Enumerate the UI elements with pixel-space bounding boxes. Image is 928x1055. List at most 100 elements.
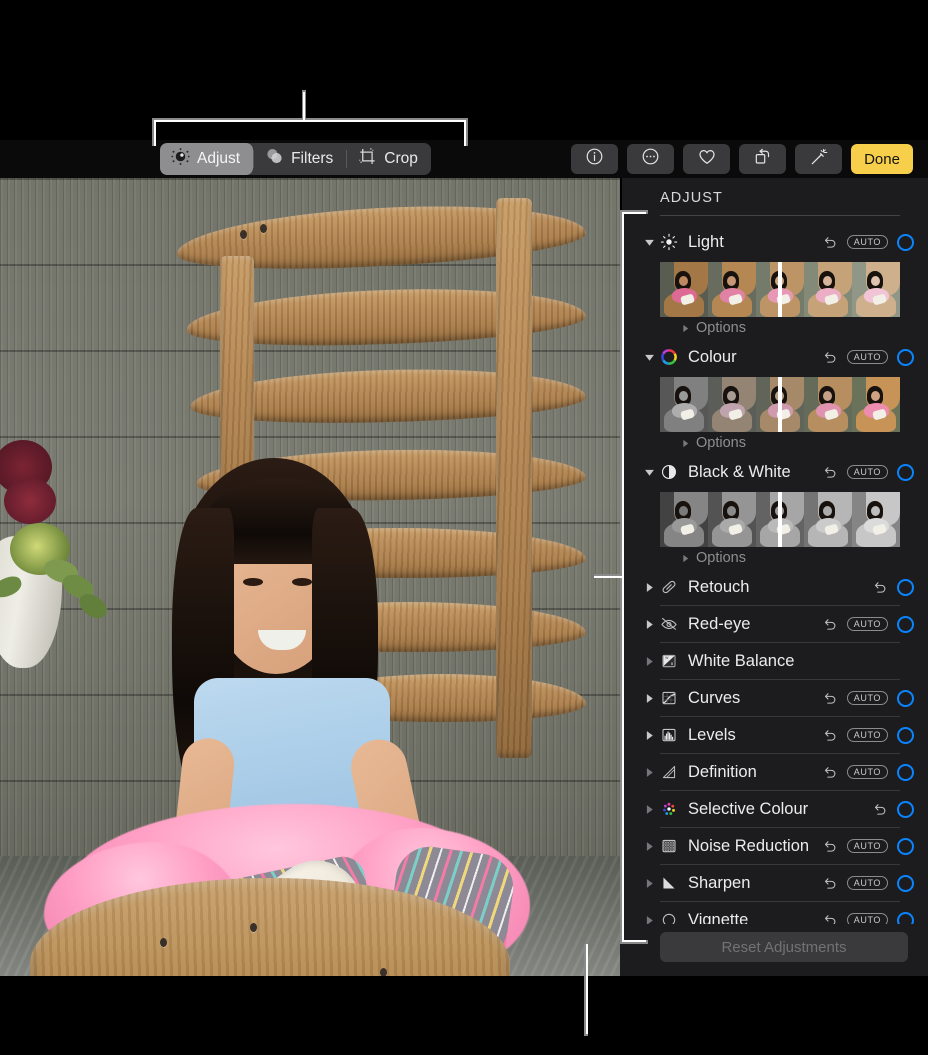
thumbnail[interactable] — [660, 492, 708, 547]
disclosure-triangle-light[interactable] — [642, 237, 656, 248]
reset-colour-button[interactable] — [823, 350, 838, 365]
disclosure-triangle-definition[interactable] — [642, 767, 656, 778]
adjustment-row-retouch[interactable]: Retouch — [620, 569, 928, 605]
disclosure-triangle-colour[interactable] — [642, 352, 656, 363]
disclosure-triangle-retouch[interactable] — [642, 582, 656, 593]
filmstrip-playhead-black-white[interactable] — [778, 492, 782, 547]
options-row-light[interactable]: Options — [620, 317, 928, 339]
auto-colour-button[interactable]: AUTO — [847, 350, 888, 364]
adjustment-row-vignette[interactable]: Vignette AUTO — [620, 902, 928, 924]
thumbnail[interactable] — [708, 492, 756, 547]
auto-sharpen-button[interactable]: AUTO — [847, 876, 888, 890]
thumbnail[interactable] — [660, 262, 708, 317]
auto-noise-reduction-button[interactable]: AUTO — [847, 839, 888, 853]
crop-icon — [358, 147, 377, 171]
thumbnail[interactable] — [708, 262, 756, 317]
reset-noise-reduction-button[interactable] — [823, 839, 838, 854]
filmstrip-playhead-colour[interactable] — [778, 377, 782, 432]
disclosure-triangle-levels[interactable] — [642, 730, 656, 741]
disclosure-triangle-white-balance[interactable] — [642, 656, 656, 667]
auto-curves-button[interactable]: AUTO — [847, 691, 888, 705]
auto-definition-button[interactable]: AUTO — [847, 765, 888, 779]
reset-retouch-button[interactable] — [873, 580, 888, 595]
reset-definition-button[interactable] — [823, 765, 838, 780]
disclosure-triangle-options-colour[interactable] — [678, 439, 692, 448]
reset-levels-button[interactable] — [823, 728, 838, 743]
filmstrip-colour[interactable] — [660, 377, 900, 432]
auto-red-eye-button[interactable]: AUTO — [847, 617, 888, 631]
filmstrip-playhead-light[interactable] — [778, 262, 782, 317]
thumbnail[interactable] — [660, 377, 708, 432]
reset-light-button[interactable] — [823, 235, 838, 250]
thumbnail[interactable] — [804, 492, 852, 547]
thumbnail[interactable] — [804, 262, 852, 317]
reset-red-eye-button[interactable] — [823, 617, 838, 632]
enhance-button[interactable] — [795, 144, 842, 174]
editor-mode-segmented-control[interactable]: Adjust Filters — [160, 143, 431, 175]
tab-crop[interactable]: Crop — [347, 143, 431, 175]
disclosure-triangle-curves[interactable] — [642, 693, 656, 704]
disclosure-triangle-noise-reduction[interactable] — [642, 841, 656, 852]
adjustment-row-sharpen[interactable]: Sharpen AUTO — [620, 865, 928, 901]
disclosure-triangle-vignette[interactable] — [642, 915, 656, 925]
info-button[interactable] — [571, 144, 618, 174]
tab-adjust[interactable]: Adjust — [160, 143, 253, 175]
adjustment-row-selective-colour[interactable]: Selective Colour — [620, 791, 928, 827]
options-row-colour[interactable]: Options — [620, 432, 928, 454]
toggle-vignette[interactable] — [897, 912, 914, 925]
filmstrip-light[interactable] — [660, 262, 900, 317]
rotate-button[interactable] — [739, 144, 786, 174]
filmstrip-black-white[interactable] — [660, 492, 900, 547]
thumbnail[interactable] — [852, 262, 900, 317]
reset-adjustments-button[interactable]: Reset Adjustments — [660, 932, 908, 962]
favorite-button[interactable] — [683, 144, 730, 174]
more-button[interactable] — [627, 144, 674, 174]
adjustment-row-red-eye[interactable]: Red-eye AUTO — [620, 606, 928, 642]
disclosure-triangle-black-white[interactable] — [642, 467, 656, 478]
photo-canvas[interactable] — [0, 178, 620, 976]
toggle-light[interactable] — [897, 234, 914, 251]
toggle-selective-colour[interactable] — [897, 801, 914, 818]
tab-filters[interactable]: Filters — [254, 143, 346, 175]
adjustment-row-light[interactable]: Light AUTO — [620, 224, 928, 260]
toggle-curves[interactable] — [897, 690, 914, 707]
toggle-colour[interactable] — [897, 349, 914, 366]
thumbnail[interactable] — [852, 377, 900, 432]
toggle-definition[interactable] — [897, 764, 914, 781]
levels-icon — [658, 726, 680, 744]
toggle-levels[interactable] — [897, 727, 914, 744]
toggle-red-eye[interactable] — [897, 616, 914, 633]
adjustment-row-black-white[interactable]: Black & White AUTO — [620, 454, 928, 490]
toggle-sharpen[interactable] — [897, 875, 914, 892]
adjustment-row-noise-reduction[interactable]: Noise Reduction AUTO — [620, 828, 928, 864]
reset-sharpen-button[interactable] — [823, 876, 838, 891]
reset-vignette-button[interactable] — [823, 913, 838, 925]
thumbnail[interactable] — [708, 377, 756, 432]
toggle-retouch[interactable] — [897, 579, 914, 596]
reset-curves-button[interactable] — [823, 691, 838, 706]
auto-black-white-button[interactable]: AUTO — [847, 465, 888, 479]
done-button[interactable]: Done — [851, 144, 913, 174]
adjust-panel: ADJUST Light AUTO — [620, 178, 928, 976]
adjustment-row-white-balance[interactable]: W B White Balance — [620, 643, 928, 679]
disclosure-triangle-selective-colour[interactable] — [642, 804, 656, 815]
auto-light-button[interactable]: AUTO — [847, 235, 888, 249]
disclosure-triangle-options-light[interactable] — [678, 324, 692, 333]
disclosure-triangle-sharpen[interactable] — [642, 878, 656, 889]
adjustment-row-curves[interactable]: Curves AUTO — [620, 680, 928, 716]
disclosure-triangle-red-eye[interactable] — [642, 619, 656, 630]
auto-vignette-button[interactable]: AUTO — [847, 913, 888, 924]
thumbnail[interactable] — [852, 492, 900, 547]
disclosure-triangle-options-black-white[interactable] — [678, 554, 692, 563]
options-row-black-white[interactable]: Options — [620, 547, 928, 569]
reset-selective-colour-button[interactable] — [873, 802, 888, 817]
toggle-black-white[interactable] — [897, 464, 914, 481]
reset-black-white-button[interactable] — [823, 465, 838, 480]
thumbnail[interactable] — [804, 377, 852, 432]
adjustment-row-definition[interactable]: Definition AUTO — [620, 754, 928, 790]
adjustment-row-levels[interactable]: Levels AUTO — [620, 717, 928, 753]
adjustment-list[interactable]: Light AUTO — [620, 224, 928, 924]
adjustment-row-colour[interactable]: Colour AUTO — [620, 339, 928, 375]
toggle-noise-reduction[interactable] — [897, 838, 914, 855]
auto-levels-button[interactable]: AUTO — [847, 728, 888, 742]
